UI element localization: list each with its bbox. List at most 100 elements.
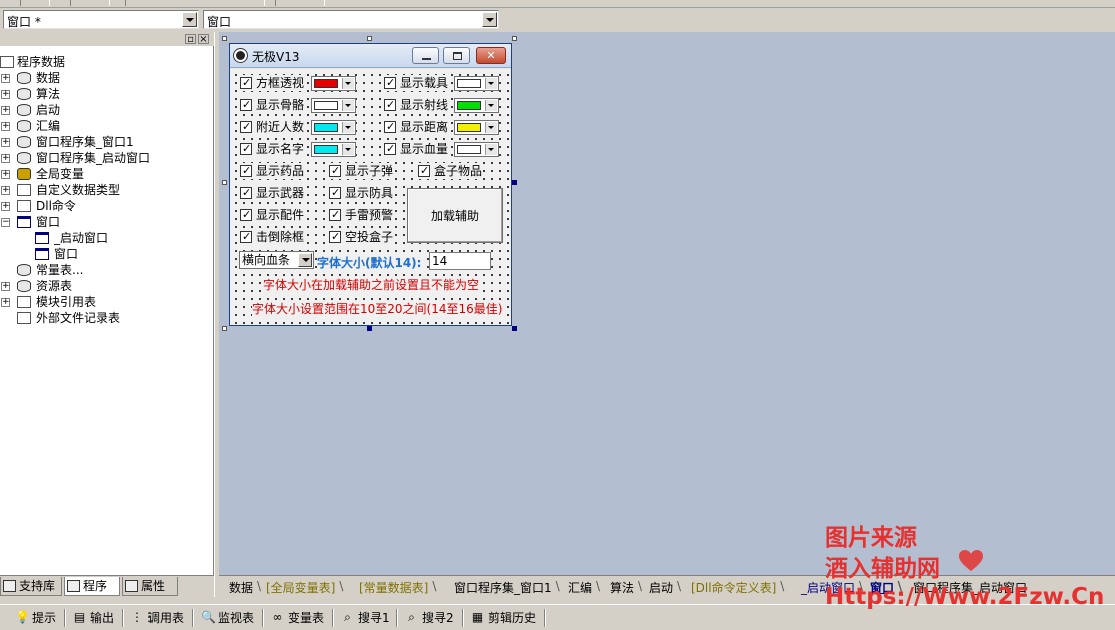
clip-history-button[interactable]: ▦ 剪辑历史	[470, 609, 536, 627]
expand-icon[interactable]: +	[1, 186, 10, 195]
expand-icon[interactable]: +	[1, 170, 10, 179]
tree-item[interactable]: + Dll命令	[0, 198, 212, 214]
expand-icon[interactable]: +	[1, 282, 10, 291]
checkbox-box-items[interactable]: 盒子物品	[418, 163, 483, 179]
tab-properties[interactable]: 属性	[122, 577, 178, 596]
expand-icon[interactable]: +	[1, 298, 10, 307]
expand-icon[interactable]: +	[1, 154, 10, 163]
color-picker-nearby-count[interactable]	[311, 120, 356, 135]
event-selector-combo[interactable]: 窗口	[203, 10, 499, 29]
collapse-icon[interactable]: −	[1, 218, 10, 227]
close-icon[interactable]: ×	[198, 34, 209, 45]
tab-program[interactable]: 程序	[64, 577, 120, 596]
color-picker-show-health[interactable]	[454, 142, 499, 157]
resize-handle[interactable]	[222, 326, 227, 331]
checkbox-grenade-warning[interactable]: 手雷预警	[329, 207, 394, 223]
checkbox-show-attachment[interactable]: 显示配件	[240, 207, 305, 223]
font-size-input[interactable]: 14	[429, 252, 491, 270]
toolbar-button-group[interactable]	[275, 0, 325, 6]
resize-handle[interactable]	[222, 180, 227, 185]
expand-icon[interactable]: +	[1, 74, 10, 83]
chevron-down-icon[interactable]	[182, 12, 197, 27]
checkbox-knockdown-box[interactable]: 击倒除框	[240, 229, 305, 245]
maximize-button[interactable]	[443, 47, 470, 64]
object-selector-combo[interactable]: 窗口 *	[3, 10, 199, 29]
tree-item[interactable]: 外部文件记录表	[0, 310, 212, 326]
expand-icon[interactable]: +	[1, 138, 10, 147]
doc-tab[interactable]: 汇编	[568, 579, 600, 596]
doc-tab[interactable]: 算法	[610, 579, 642, 596]
expand-icon[interactable]: +	[1, 90, 10, 99]
checkbox-show-medicine[interactable]: 显示药品	[240, 163, 305, 179]
watch-table-button[interactable]: 🔍 监视表	[200, 609, 254, 627]
checkbox-show-armor[interactable]: 显示防具	[329, 185, 394, 201]
tree-item[interactable]: + 汇编	[0, 118, 212, 134]
call-table-button[interactable]: ⋮⋮ 调用表	[130, 609, 184, 627]
tree-item[interactable]: + 数据	[0, 70, 212, 86]
chevron-down-icon	[342, 122, 354, 133]
tree-item-label: 窗口程序集_启动窗口	[36, 151, 151, 165]
tree-item[interactable]: + 窗口程序集_窗口1	[0, 134, 212, 150]
load-assist-button[interactable]: 加载辅助	[407, 188, 503, 243]
color-picker-show-skeleton[interactable]	[311, 98, 356, 113]
expand-icon[interactable]: +	[1, 106, 10, 115]
tree-item[interactable]: + 自定义数据类型	[0, 182, 212, 198]
tree-item[interactable]: + 模块引用表	[0, 294, 212, 310]
tree-item[interactable]: + 窗口程序集_启动窗口	[0, 150, 212, 166]
toolbar-button-group[interactable]	[20, 0, 50, 6]
close-button[interactable]: ✕	[476, 47, 506, 64]
minimize-button[interactable]	[412, 47, 439, 64]
expand-icon[interactable]: +	[1, 122, 10, 131]
checkbox-show-health[interactable]: 显示血量	[384, 141, 449, 157]
health-bar-select[interactable]: 横向血条	[239, 251, 314, 269]
tree-item[interactable]: + 算法	[0, 86, 212, 102]
tree-item[interactable]: 常量表...	[0, 262, 212, 278]
doc-tab[interactable]: [Dll命令定义表]	[691, 579, 785, 596]
tip-button[interactable]: 💡 提示	[14, 609, 56, 627]
variable-table-button[interactable]: ∞ 变量表	[270, 609, 325, 627]
color-picker-show-vehicle[interactable]	[454, 76, 499, 91]
search1-button[interactable]: ⌕ 搜寻1	[340, 609, 390, 627]
doc-tab[interactable]: 数据	[229, 579, 261, 596]
checkbox-show-skeleton[interactable]: 显示骨骼	[240, 97, 305, 113]
checkbox-show-bullet[interactable]: 显示子弹	[329, 163, 394, 179]
tree-item[interactable]: + 启动	[0, 102, 212, 118]
tab-support-library[interactable]: 支持库	[0, 577, 62, 596]
checkbox-show-name[interactable]: 显示名字	[240, 141, 305, 157]
resize-handle[interactable]	[222, 36, 227, 41]
toolbar-button-group[interactable]	[125, 0, 265, 6]
color-picker-show-name[interactable]	[311, 142, 356, 157]
tree-item[interactable]: + 全局变量	[0, 166, 212, 182]
tree-item[interactable]: 程序数据	[0, 54, 212, 70]
resize-handle[interactable]	[512, 180, 517, 185]
tree-item[interactable]: 窗口	[0, 246, 212, 262]
expand-icon[interactable]: +	[1, 202, 10, 211]
checkbox-show-vehicle[interactable]: 显示载具	[384, 75, 449, 91]
color-picker-show-distance[interactable]	[454, 120, 499, 135]
resize-handle[interactable]	[367, 36, 372, 41]
tree-item[interactable]: + 资源表	[0, 278, 212, 294]
checkbox-box-esp[interactable]: 方框透视	[240, 75, 305, 91]
doc-tab[interactable]: [常量数据表]	[359, 579, 437, 596]
checkbox-show-ray[interactable]: 显示射线	[384, 97, 449, 113]
doc-tab[interactable]: [全局变量表]	[266, 579, 344, 596]
checkbox-nearby-count[interactable]: 附近人数	[240, 119, 305, 135]
doc-tab[interactable]: 窗口程序集_窗口1	[454, 579, 559, 596]
toolbar-button-group[interactable]	[70, 0, 110, 6]
checkbox-show-weapon[interactable]: 显示武器	[240, 185, 305, 201]
output-button[interactable]: ▤ 输出	[72, 609, 114, 627]
chevron-down-icon[interactable]	[482, 12, 497, 27]
color-picker-show-ray[interactable]	[454, 98, 499, 113]
resize-handle[interactable]	[512, 326, 517, 331]
color-picker-box-esp[interactable]	[311, 76, 356, 91]
doc-tab[interactable]: 启动	[649, 579, 681, 596]
resize-handle[interactable]	[512, 36, 517, 41]
tree-item[interactable]: − 窗口	[0, 214, 212, 230]
tree-item[interactable]: _启动窗口	[0, 230, 212, 246]
checkbox-show-distance[interactable]: 显示距离	[384, 119, 449, 135]
restore-icon[interactable]: ▫	[185, 34, 196, 45]
search2-button[interactable]: ⌕ 搜寻2	[404, 609, 454, 627]
checkbox-airdrop-box[interactable]: 空投盒子	[329, 229, 394, 245]
resize-handle[interactable]	[367, 326, 372, 331]
designed-form-window[interactable]: 无极V13 ✕ 方框透视 显示载具 显示骨骼 显示射线 附近人数 显示距离 显示…	[229, 43, 512, 326]
